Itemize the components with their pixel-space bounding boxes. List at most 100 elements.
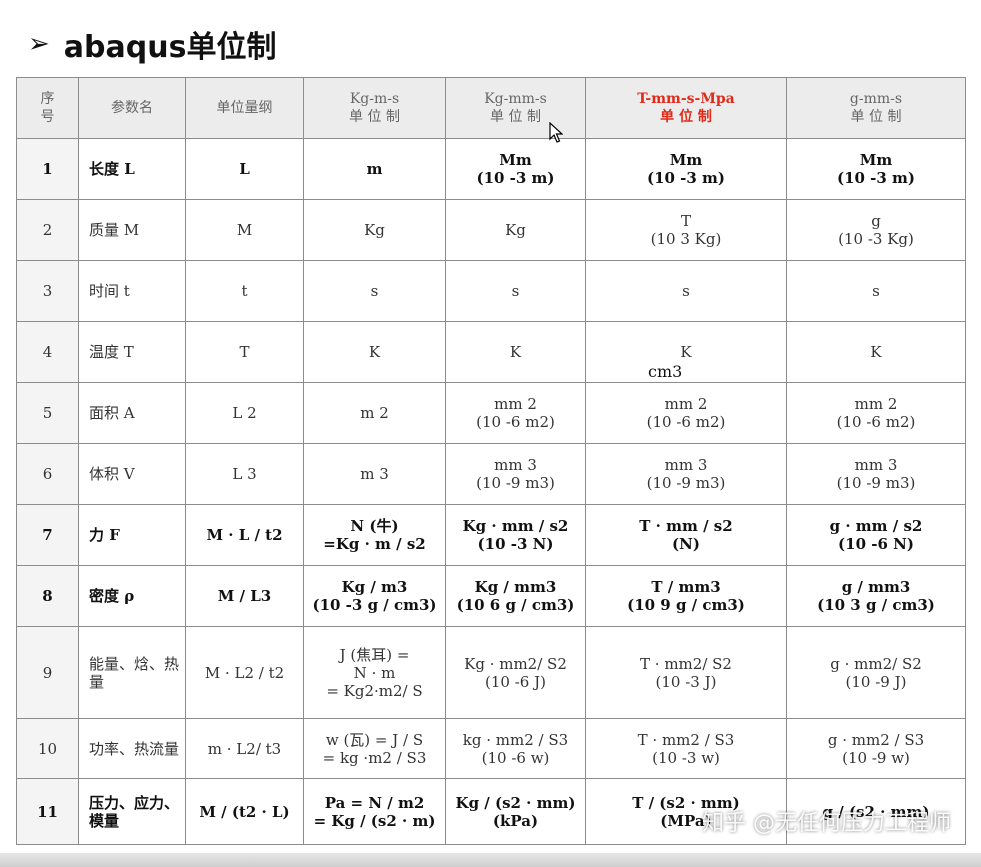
header-kg-mm-s: Kg-mm-s 单 位 制 [445, 77, 586, 139]
table-row: 10 功率、热流量 m · L2/ t3 w (瓦) = J / S = kg ·… [16, 718, 966, 779]
unit-cell-g-mm-s: mm 2 (10 -6 m2) [786, 382, 966, 444]
unit-cell-kg-mm-s: Mm (10 -3 m) [445, 138, 586, 200]
unit-cell-t-mm-s: T · mm2 / S3 (10 -3 w) [585, 718, 787, 779]
dimension-cell: L [185, 138, 304, 200]
unit-cell-kg-mm-s: mm 3 (10 -9 m3) [445, 443, 586, 505]
row-index: 11 [16, 778, 79, 845]
header-dimension: 单位量纲 [185, 77, 304, 139]
param-name: 质量 M [78, 199, 186, 261]
dimension-cell: M · L2 / t2 [185, 626, 304, 719]
unit-cell-g-mm-s: g · mm2/ S2 (10 -9 J) [786, 626, 966, 719]
param-name: 时间 t [78, 260, 186, 322]
header-index: 序号 [16, 77, 79, 139]
dimension-cell: t [185, 260, 304, 322]
unit-cell-t-mm-s: K [585, 321, 787, 383]
dimension-cell: m · L2/ t3 [185, 718, 304, 779]
unit-cell-g-mm-s: g (10 -3 Kg) [786, 199, 966, 261]
unit-cell-kg-m-s: s [303, 260, 446, 322]
header-row: 序号 参数名 单位量纲 Kg-m-s 单 位 制 Kg-mm-s 单 位 制 T-m… [16, 77, 966, 139]
param-name: 功率、热流量 [78, 718, 186, 779]
unit-cell-g-mm-s: mm 3 (10 -9 m3) [786, 443, 966, 505]
stray-unit-label: cm3 [648, 362, 683, 381]
table-row: 2 质量 M M Kg Kg T (10 3 Kg) g (10 -3 Kg) [16, 199, 966, 261]
row-index: 10 [16, 718, 79, 779]
unit-cell-t-mm-s: Mm (10 -3 m) [585, 138, 787, 200]
unit-cell-kg-mm-s: kg · mm2 / S3 (10 -6 w) [445, 718, 586, 779]
title-text: abaqus单位制 [63, 30, 277, 65]
unit-cell-kg-mm-s: Kg · mm2/ S2 (10 -6 J) [445, 626, 586, 719]
unit-cell-g-mm-s: Mm (10 -3 m) [786, 138, 966, 200]
header-param-name: 参数名 [78, 77, 186, 139]
unit-cell-kg-m-s: Kg [303, 199, 446, 261]
param-name: 能量、焓、热量 [78, 626, 186, 719]
row-index: 1 [16, 138, 79, 200]
watermark: 知乎 @无任何压力工程师 [702, 811, 951, 836]
dimension-cell: M · L / t2 [185, 504, 304, 566]
unit-cell-kg-m-s: J (焦耳) = N · m = Kg2·m2/ S [303, 626, 446, 719]
param-name: 压力、应力、模量 [78, 778, 186, 845]
unit-cell-g-mm-s: s [786, 260, 966, 322]
unit-cell-kg-mm-s: Kg · mm / s2 (10 -3 N) [445, 504, 586, 566]
unit-cell-kg-m-s: K [303, 321, 446, 383]
row-index: 2 [16, 199, 79, 261]
row-index: 7 [16, 504, 79, 566]
header-g-mm-s: g-mm-s 单 位 制 [786, 77, 966, 139]
unit-cell-kg-mm-s: Kg [445, 199, 586, 261]
param-name: 力 F [78, 504, 186, 566]
unit-cell-kg-mm-s: K [445, 321, 586, 383]
param-name: 面积 A [78, 382, 186, 444]
unit-system-table: 序号 参数名 单位量纲 Kg-m-s 单 位 制 Kg-mm-s 单 位 制 T-m… [16, 77, 966, 845]
param-name: 密度 ρ [78, 565, 186, 627]
table-row: 4 温度 T T K K K K [16, 321, 966, 383]
unit-cell-t-mm-s: mm 2 (10 -6 m2) [585, 382, 787, 444]
row-index: 8 [16, 565, 79, 627]
unit-cell-kg-m-s: Pa = N / m2 = Kg / (s2 · m) [303, 778, 446, 845]
bottom-bar [0, 853, 981, 867]
row-index: 6 [16, 443, 79, 505]
table-row: 7 力 F M · L / t2 N (牛) =Kg · m / s2 Kg · … [16, 504, 966, 566]
page-title: ➢ abaqus单位制 [28, 22, 276, 66]
param-name: 体积 V [78, 443, 186, 505]
unit-cell-kg-m-s: m [303, 138, 446, 200]
unit-cell-t-mm-s: T · mm2/ S2 (10 -3 J) [585, 626, 787, 719]
table-row: 6 体积 V L 3 m 3 mm 3 (10 -9 m3) mm 3 (10 -9… [16, 443, 966, 505]
unit-cell-kg-m-s: N (牛) =Kg · m / s2 [303, 504, 446, 566]
dimension-cell: L 2 [185, 382, 304, 444]
dimension-cell: M [185, 199, 304, 261]
header-t-mm-s-mpa: T-mm-s-Mpa 单 位 制 [585, 77, 787, 139]
unit-cell-kg-mm-s: s [445, 260, 586, 322]
dimension-cell: M / L3 [185, 565, 304, 627]
unit-cell-g-mm-s: g · mm2 / S3 (10 -9 w) [786, 718, 966, 779]
dimension-cell: L 3 [185, 443, 304, 505]
row-index: 5 [16, 382, 79, 444]
param-name: 温度 T [78, 321, 186, 383]
unit-cell-t-mm-s: s [585, 260, 787, 322]
table-row: 1 长度 L L m Mm (10 -3 m) Mm (10 -3 m) Mm (10… [16, 138, 966, 200]
dimension-cell: M / (t2 · L) [185, 778, 304, 845]
unit-cell-kg-m-s: w (瓦) = J / S = kg ·m2 / S3 [303, 718, 446, 779]
unit-cell-t-mm-s: T (10 3 Kg) [585, 199, 787, 261]
row-index: 9 [16, 626, 79, 719]
mouse-pointer-icon [549, 122, 563, 143]
unit-cell-kg-mm-s: mm 2 (10 -6 m2) [445, 382, 586, 444]
unit-cell-t-mm-s: T · mm / s2 (N) [585, 504, 787, 566]
table-row: 5 面积 A L 2 m 2 mm 2 (10 -6 m2) mm 2 (10 -6… [16, 382, 966, 444]
unit-cell-kg-mm-s: Kg / mm3 (10 6 g / cm3) [445, 565, 586, 627]
unit-cell-g-mm-s: g / mm3 (10 3 g / cm3) [786, 565, 966, 627]
bullet-arrow-icon: ➢ [28, 29, 50, 59]
param-name: 长度 L [78, 138, 186, 200]
unit-cell-kg-m-s: Kg / m3 (10 -3 g / cm3) [303, 565, 446, 627]
unit-cell-g-mm-s: K [786, 321, 966, 383]
table-row: 3 时间 t t s s s s [16, 260, 966, 322]
table-row: 8 密度 ρ M / L3 Kg / m3 (10 -3 g / cm3) Kg … [16, 565, 966, 627]
table-row: 9 能量、焓、热量 M · L2 / t2 J (焦耳) = N · m = Kg2… [16, 626, 966, 719]
unit-cell-kg-m-s: m 2 [303, 382, 446, 444]
unit-cell-kg-m-s: m 3 [303, 443, 446, 505]
header-kg-m-s: Kg-m-s 单 位 制 [303, 77, 446, 139]
unit-cell-g-mm-s: g · mm / s2 (10 -6 N) [786, 504, 966, 566]
unit-cell-t-mm-s: T / mm3 (10 9 g / cm3) [585, 565, 787, 627]
row-index: 3 [16, 260, 79, 322]
row-index: 4 [16, 321, 79, 383]
dimension-cell: T [185, 321, 304, 383]
unit-cell-kg-mm-s: Kg / (s2 · mm) (kPa) [445, 778, 586, 845]
